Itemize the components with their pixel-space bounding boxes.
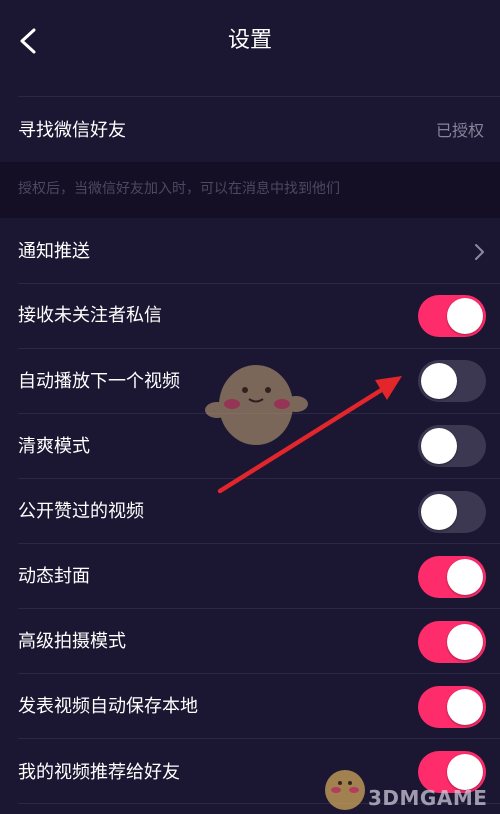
toggle-row-public-likes[interactable]: 公开赞过的视频	[0, 479, 500, 543]
toggle-knob	[447, 754, 483, 790]
authorization-hint-band: 授权后，当微信好友加入时，可以在消息中找到他们	[0, 162, 500, 218]
notification-push-row[interactable]: 通知推送	[0, 220, 500, 284]
toggle-row-dynamic-cover[interactable]: 动态封面	[0, 544, 500, 608]
page-title: 设置	[227, 28, 272, 53]
toggle-row-autoplay-next[interactable]: 自动播放下一个视频	[0, 349, 500, 413]
notification-push-label: 通知推送	[18, 241, 90, 262]
toggle-row-clean-mode[interactable]: 清爽模式	[0, 414, 500, 478]
toggle-label: 动态封面	[18, 566, 90, 587]
toggle-row-advanced-shooting[interactable]: 高级拍摄模式	[0, 609, 500, 673]
toggle-label: 我的视频推荐给好友	[18, 762, 180, 783]
toggle-label: 高级拍摄模式	[18, 631, 126, 652]
toggle-switch[interactable]	[418, 556, 486, 598]
toggle-switch[interactable]	[418, 621, 486, 663]
toggle-switch[interactable]	[418, 491, 486, 533]
toggle-label: 公开赞过的视频	[18, 501, 144, 522]
authorization-status: 已授权	[435, 121, 484, 140]
toggle-knob	[421, 494, 457, 530]
watermark-text: 3DMGAME	[368, 786, 488, 810]
toggle-row-auto-save-local[interactable]: 发表视频自动保存本地	[0, 674, 500, 738]
chevron-right-icon[interactable]	[472, 242, 486, 262]
navigation-bar: 设置	[0, 0, 500, 84]
toggle-label: 自动播放下一个视频	[18, 371, 180, 392]
toggle-label: 接收未关注者私信	[18, 305, 162, 326]
toggle-knob	[447, 559, 483, 595]
toggle-switch[interactable]	[418, 425, 486, 467]
toggle-label: 清爽模式	[18, 436, 90, 457]
toggle-label: 发表视频自动保存本地	[18, 696, 198, 717]
authorization-hint-text: 授权后，当微信好友加入时，可以在消息中找到他们	[18, 181, 340, 197]
find-wechat-friends-label: 寻找微信好友	[18, 120, 126, 141]
toggle-knob	[421, 428, 457, 464]
toggle-switch[interactable]	[418, 295, 486, 337]
find-wechat-friends-row[interactable]: 寻找微信好友 已授权	[0, 98, 500, 162]
toggle-switch[interactable]	[418, 686, 486, 728]
toggle-knob	[447, 624, 483, 660]
toggle-knob	[447, 689, 483, 725]
divider	[18, 96, 500, 97]
toggle-knob	[447, 298, 483, 334]
toggle-row-receive-messages[interactable]: 接收未关注者私信	[0, 284, 500, 348]
toggle-switch[interactable]	[418, 360, 486, 402]
toggle-knob	[421, 363, 457, 399]
